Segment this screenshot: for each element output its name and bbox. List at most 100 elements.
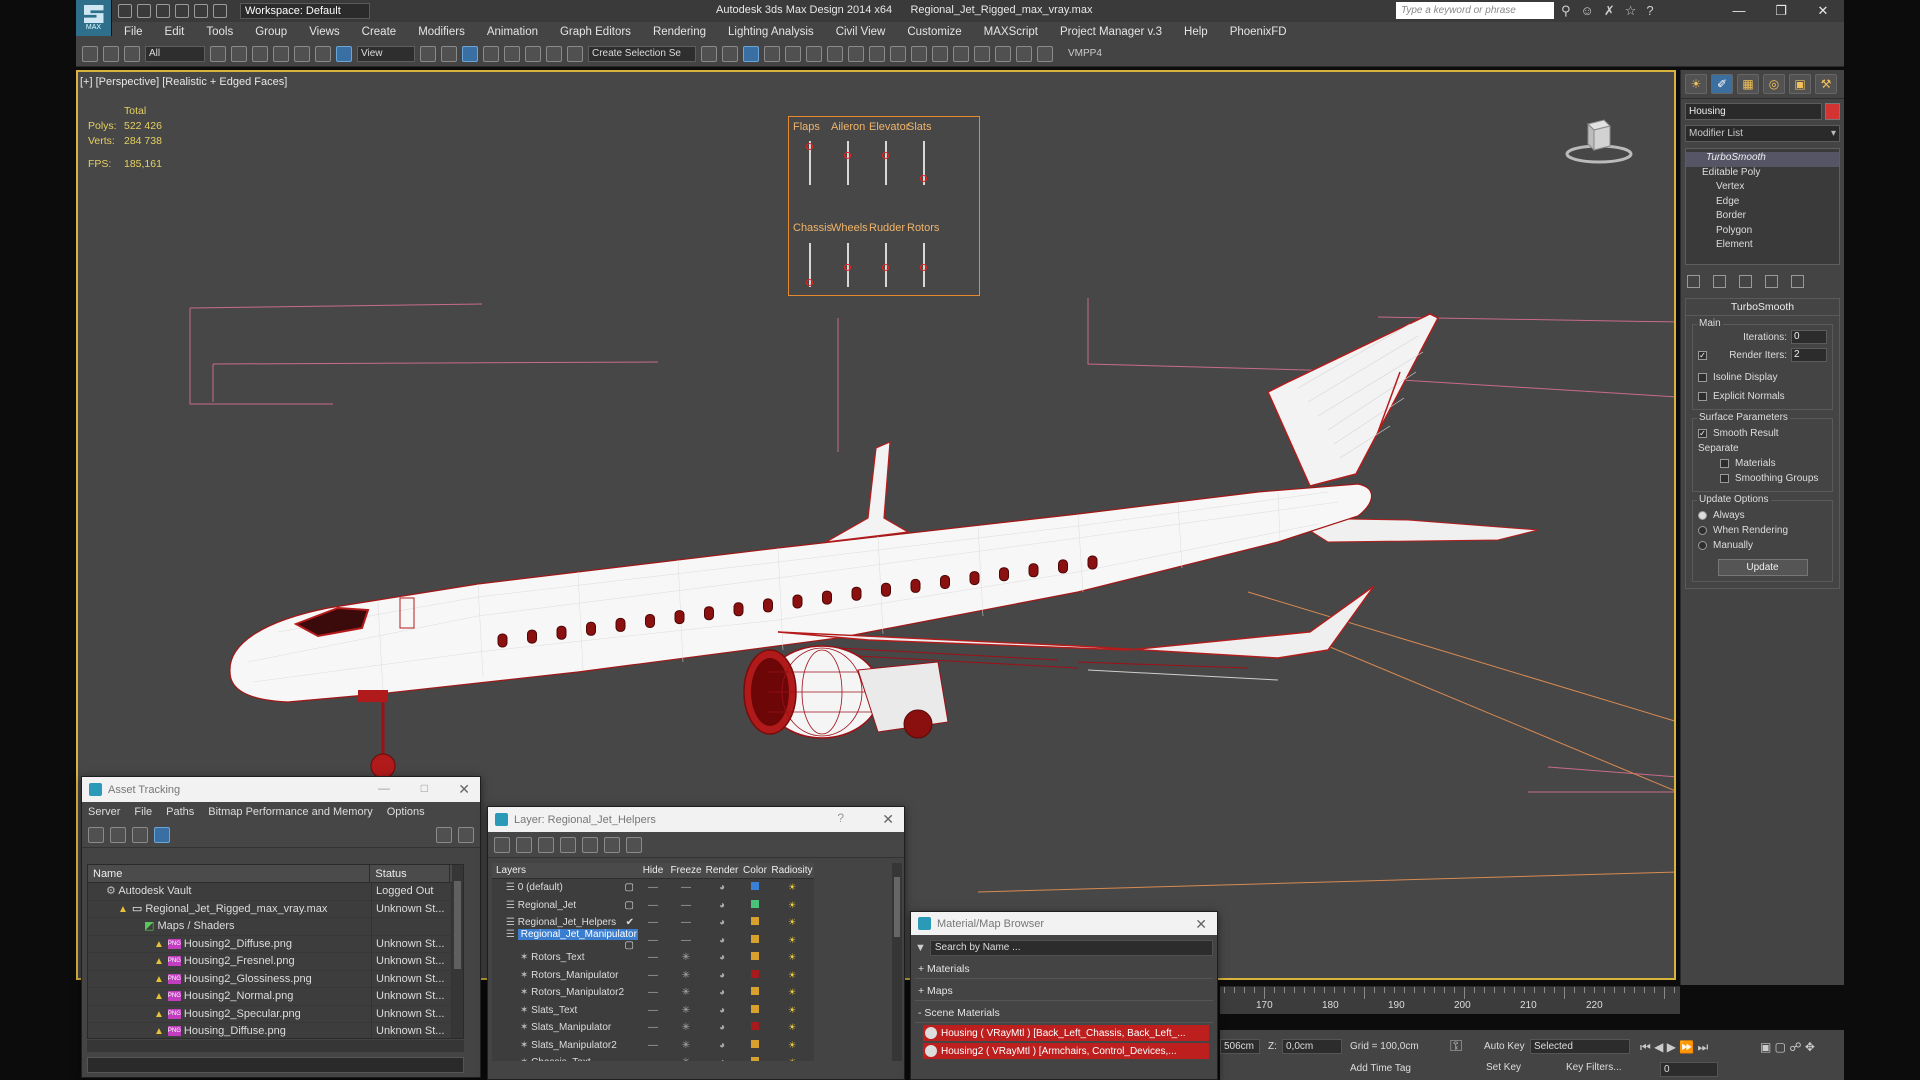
maps-section[interactable]: + Maps: [915, 985, 1213, 1001]
layer-row[interactable]: ✶ Rotors_Manipulator2— ✳ ◕ ☀: [492, 984, 814, 1002]
hide-toggle-icon[interactable]: —: [638, 900, 668, 911]
col-name[interactable]: Name: [88, 865, 371, 882]
playback-controls-icon[interactable]: ⏮ ◀ ▶ ⏩ ⏭: [1640, 1040, 1708, 1055]
reference-coord-dropdown[interactable]: View: [357, 45, 415, 62]
explicit-normals-checkbox[interactable]: [1698, 392, 1707, 401]
asset-scrollbar[interactable]: [452, 865, 463, 1038]
make-unique-icon[interactable]: [1739, 275, 1752, 288]
bind-spacewarp-icon[interactable]: [124, 45, 140, 62]
asset-menu-file[interactable]: File: [134, 806, 152, 818]
add-to-layer-icon[interactable]: [538, 836, 554, 853]
material-browser-close-icon[interactable]: ✕: [1195, 916, 1207, 933]
render-toggle-icon[interactable]: ◕: [704, 1022, 740, 1033]
radiosity-cell[interactable]: ☀: [770, 1057, 814, 1061]
layer-row[interactable]: ✶ Slats_Text — ✳ ◕ ☀: [492, 1002, 814, 1020]
named-selection-dropdown[interactable]: Create Selection Se: [588, 45, 696, 62]
slider-knob-chassis[interactable]: [806, 279, 813, 287]
selection-filter-dropdown[interactable]: All: [145, 45, 205, 62]
stack-item-turbosmooth[interactable]: TurboSmooth: [1686, 152, 1839, 167]
col-color[interactable]: Color: [740, 863, 770, 878]
menu-rendering[interactable]: Rendering: [653, 26, 706, 38]
freeze-toggle-icon[interactable]: —: [668, 900, 704, 911]
minimize-icon[interactable]: —: [1718, 0, 1760, 22]
link-icon[interactable]: [82, 45, 98, 62]
asset-menu-options[interactable]: Options: [387, 806, 425, 818]
radiosity-cell[interactable]: ☀: [770, 1005, 814, 1016]
menu-project-manager-v-3[interactable]: Project Manager v.3: [1060, 26, 1162, 38]
freeze-toggle-icon[interactable]: ✳: [668, 952, 704, 963]
hide-toggle-icon[interactable]: —: [638, 882, 668, 893]
asset-menu-paths[interactable]: Paths: [166, 806, 194, 818]
vray-proxy-icon[interactable]: [974, 45, 990, 62]
hide-toggle-icon[interactable]: —: [638, 952, 668, 963]
layer-row[interactable]: ✶ Slats_Manipulator — ✳ ◕ ☀: [492, 1019, 814, 1037]
highlight-selected-icon[interactable]: [582, 836, 598, 853]
freeze-toggle-icon[interactable]: ✳: [668, 1022, 704, 1033]
hide-unhide-all-icon[interactable]: [604, 836, 620, 853]
set-key-button[interactable]: Set Key: [1486, 1062, 1521, 1073]
radiosity-cell[interactable]: ☀: [770, 1040, 814, 1051]
material-item[interactable]: Housing ( VRayMtl ) [Back_Left_Chassis, …: [923, 1025, 1209, 1041]
layer-row[interactable]: ☰ 0 (default) ▢ — — ◕ ☀: [492, 879, 814, 897]
layer-color-cell[interactable]: [740, 1057, 770, 1061]
layer-row[interactable]: ✶ Chassis_Text—✳◕☀: [492, 1054, 814, 1061]
vray-sun-icon[interactable]: [995, 45, 1011, 62]
stack-sub-edge[interactable]: Edge: [1686, 196, 1839, 211]
layer-color-cell[interactable]: [740, 1039, 770, 1051]
align-icon[interactable]: [722, 45, 738, 62]
freeze-toggle-icon[interactable]: —: [668, 917, 704, 928]
material-editor-icon[interactable]: [827, 45, 843, 62]
pin-stack-icon[interactable]: [1687, 275, 1700, 288]
asset-menu-server[interactable]: Server: [88, 806, 120, 818]
close-icon[interactable]: ✕: [1802, 0, 1844, 22]
pivot-center-icon[interactable]: [420, 45, 436, 62]
asset-minimize-icon[interactable]: —: [378, 781, 390, 795]
utilities-tab-icon[interactable]: ⚒: [1815, 74, 1837, 94]
hide-toggle-icon[interactable]: —: [638, 970, 668, 981]
render-toggle-icon[interactable]: ◕: [704, 917, 740, 928]
menu-views[interactable]: Views: [309, 26, 339, 38]
key-filters-button[interactable]: Key Filters...: [1566, 1062, 1622, 1073]
table-row[interactable]: ▲ ▭ Regional_Jet_Rigged_max_vray.max Unkno…: [88, 900, 463, 918]
table-row[interactable]: ◩ Maps / Shaders: [88, 918, 463, 936]
object-name-input[interactable]: Housing: [1685, 103, 1822, 120]
project-folder-icon[interactable]: [213, 4, 227, 18]
render-iters-checkbox[interactable]: ✓: [1698, 350, 1707, 360]
layer-color-cell[interactable]: [740, 952, 770, 963]
viewport-navigation-icon[interactable]: ▣ ▢ ☍ ✥: [1760, 1040, 1815, 1054]
refresh-icon[interactable]: [88, 826, 104, 843]
create-tab-icon[interactable]: ☀: [1685, 74, 1707, 94]
rect-selection-icon[interactable]: [252, 45, 268, 62]
radiosity-cell[interactable]: ☀: [770, 987, 814, 998]
table-row[interactable]: ▲ PNG Housing2_Diffuse.png Unknown St...: [88, 935, 463, 953]
freeze-toggle-icon[interactable]: —: [668, 935, 704, 946]
layer-row[interactable]: ☰ Regional_Jet ▢ — — ◕ ☀: [492, 897, 814, 915]
radiosity-cell[interactable]: ☀: [770, 970, 814, 981]
layer-color-cell[interactable]: [740, 934, 770, 946]
open-file-icon[interactable]: [137, 4, 151, 18]
always-radio[interactable]: [1698, 511, 1707, 520]
snaps-toggle-icon[interactable]: [483, 45, 499, 62]
new-file-icon[interactable]: [118, 4, 132, 18]
x-coord-field[interactable]: 506cm: [1220, 1039, 1260, 1054]
app-logo[interactable]: MAX: [76, 0, 112, 36]
select-highlighted-icon[interactable]: [560, 836, 576, 853]
show-end-result-icon[interactable]: [1713, 275, 1726, 288]
material-search-input[interactable]: Search by Name ...: [929, 940, 1213, 956]
table-row[interactable]: ▲ PNG Housing2_Fresnel.png Unknown St...: [88, 953, 463, 971]
render-toggle-icon[interactable]: ◕: [704, 952, 740, 963]
hide-toggle-icon[interactable]: —: [638, 1005, 668, 1016]
binoculars-icon[interactable]: ⚲: [1561, 3, 1571, 19]
move-icon[interactable]: [294, 45, 310, 62]
schematic-view-icon[interactable]: [806, 45, 822, 62]
materials-section[interactable]: + Materials: [915, 963, 1213, 979]
save-file-icon[interactable]: [156, 4, 170, 18]
freeze-toggle-icon[interactable]: ✳: [668, 1005, 704, 1016]
slider-knob-flaps[interactable]: [806, 142, 813, 150]
asset-menu-bitmap-performance-and-memory[interactable]: Bitmap Performance and Memory: [208, 806, 372, 818]
manually-radio[interactable]: [1698, 541, 1707, 550]
col-hide[interactable]: Hide: [638, 863, 668, 878]
vray-frame-buffer-icon[interactable]: [932, 45, 948, 62]
scene-materials-section[interactable]: - Scene Materials: [915, 1007, 1213, 1023]
rendered-frame-icon[interactable]: [869, 45, 885, 62]
